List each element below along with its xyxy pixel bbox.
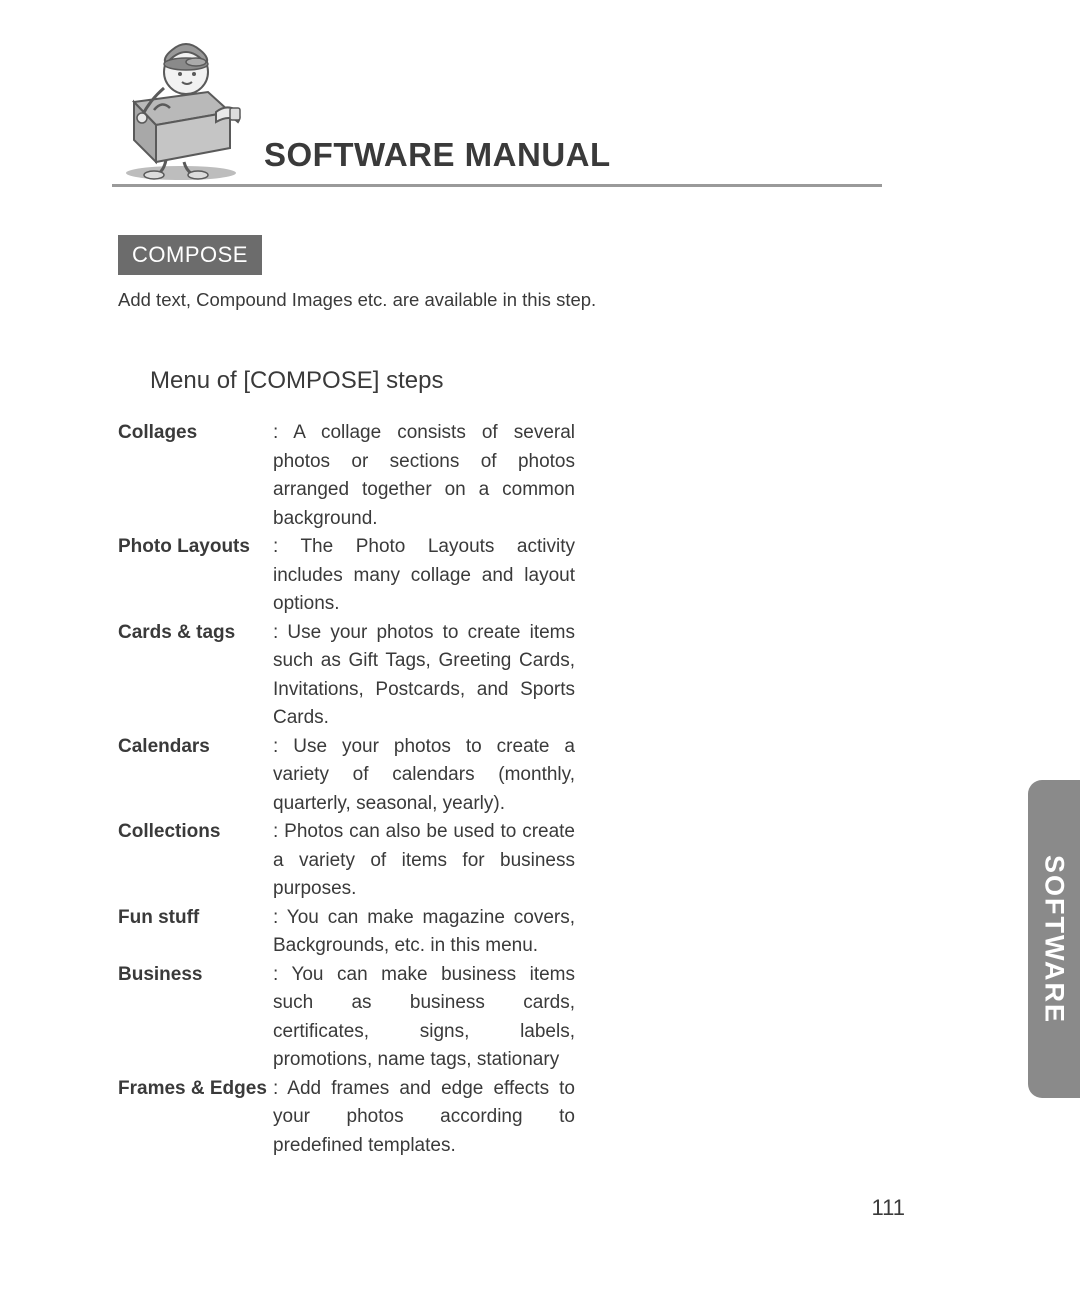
section-subtitle: Add text, Compound Images etc. are avail…: [118, 289, 980, 311]
definition-desc: : A collage consists of several photos o…: [273, 419, 575, 533]
definition-desc: : Use your photos to create items such a…: [273, 619, 575, 733]
definition-list: Collages : A collage consists of several…: [118, 419, 980, 1160]
page-title: SOFTWARE MANUAL: [264, 136, 611, 174]
definition-desc: : The Photo Layouts activity includes ma…: [273, 533, 575, 619]
page-number: 111: [872, 1195, 905, 1221]
definition-term: Photo Layouts: [118, 533, 273, 562]
definition-row: Collections : Photos can also be used to…: [118, 818, 980, 904]
definition-row: Calendars : Use your photos to create a …: [118, 733, 980, 819]
definition-row: Business : You can make business items s…: [118, 961, 980, 1075]
definition-term: Cards & tags: [118, 619, 273, 648]
definition-row: Fun stuff : You can make magazine covers…: [118, 904, 980, 961]
definition-row: Collages : A collage consists of several…: [118, 419, 980, 533]
definition-desc: : Add frames and edge effects to your ph…: [273, 1075, 575, 1161]
definition-desc: : Use your photos to create a variety of…: [273, 733, 575, 819]
header-rule: [112, 184, 882, 187]
definition-term: Business: [118, 961, 273, 990]
definition-term: Calendars: [118, 733, 273, 762]
header-row: SOFTWARE MANUAL: [118, 30, 980, 180]
definition-desc: : You can make business items such as bu…: [273, 961, 575, 1075]
definition-desc: : Photos can also be used to create a va…: [273, 818, 575, 904]
section-badge: COMPOSE: [118, 235, 262, 275]
definition-row: Photo Layouts : The Photo Layouts activi…: [118, 533, 980, 619]
definition-term: Collections: [118, 818, 273, 847]
definition-term: Frames & Edges: [118, 1075, 273, 1104]
manual-page: SOFTWARE MANUAL COMPOSE Add text, Compou…: [0, 0, 1080, 1295]
side-tab-label: SOFTWARE: [1039, 855, 1070, 1024]
definition-row: Frames & Edges : Add frames and edge eff…: [118, 1075, 980, 1161]
mascot-icon: [112, 30, 250, 180]
definition-row: Cards & tags : Use your photos to create…: [118, 619, 980, 733]
definition-term: Collages: [118, 419, 273, 448]
side-tab: SOFTWARE: [1028, 780, 1080, 1098]
definition-desc: : You can make magazine covers, Backgrou…: [273, 904, 575, 961]
definition-term: Fun stuff: [118, 904, 273, 933]
steps-title: Menu of [COMPOSE] steps: [150, 367, 980, 395]
